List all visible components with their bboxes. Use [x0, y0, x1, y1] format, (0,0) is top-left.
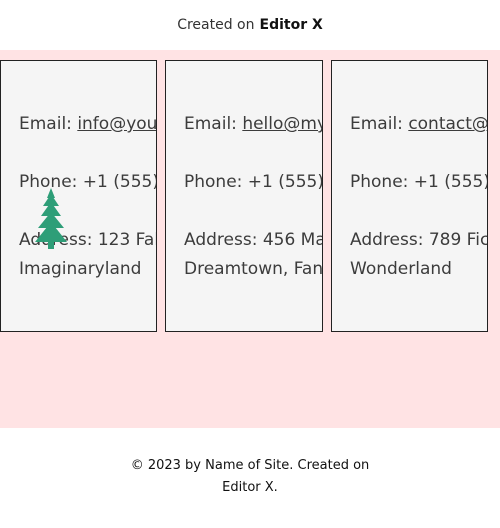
address-line-2: Wonderland: [350, 259, 452, 279]
email-link[interactable]: info@yourfakecompany.com: [77, 114, 156, 134]
banner-prefix: Created on: [177, 17, 255, 33]
footer-copyright: © 2023 by Name of Site. Created on: [130, 458, 370, 473]
phone-text: Phone: +1 (555) 987-6543: [184, 172, 323, 192]
address-line-1: Address: 456 Make Believe Ave: [184, 230, 322, 250]
phone-text: Phone: +1 (555) 246-8135: [350, 172, 488, 192]
email-link[interactable]: hello@myfakebusiness.com: [242, 114, 322, 134]
site-footer: © 2023 by Name of Site. Created on Edito…: [0, 428, 500, 528]
email-link[interactable]: contact@imaginary.com: [408, 114, 487, 134]
email-row: Email: info@yourfakecompany.com: [19, 114, 156, 134]
footer-editor-link[interactable]: Editor X.: [0, 480, 500, 495]
address-line-2: Dreamtown, Fantasia: [184, 259, 323, 279]
pine-tree-icon: [35, 188, 67, 249]
contact-card-3: Email: contact@imaginary.com Phone: +1 (…: [331, 60, 488, 332]
banner-brand-link[interactable]: Editor X: [260, 17, 323, 33]
top-banner: Created on Editor X: [0, 0, 500, 50]
address-line-2: Imaginaryland: [19, 259, 142, 279]
email-label: Email:: [350, 114, 403, 134]
email-row: Email: contact@imaginary.com: [350, 114, 487, 134]
email-row: Email: hello@myfakebusiness.com: [184, 114, 322, 134]
email-label: Email:: [19, 114, 72, 134]
email-label: Email:: [184, 114, 237, 134]
contact-card-1: Email: info@yourfakecompany.com Phone: +…: [0, 60, 157, 332]
address-line-1: Address: 789 Fictitious Rd: [350, 230, 487, 250]
contact-card-2: Email: hello@myfakebusiness.com Phone: +…: [165, 60, 323, 332]
